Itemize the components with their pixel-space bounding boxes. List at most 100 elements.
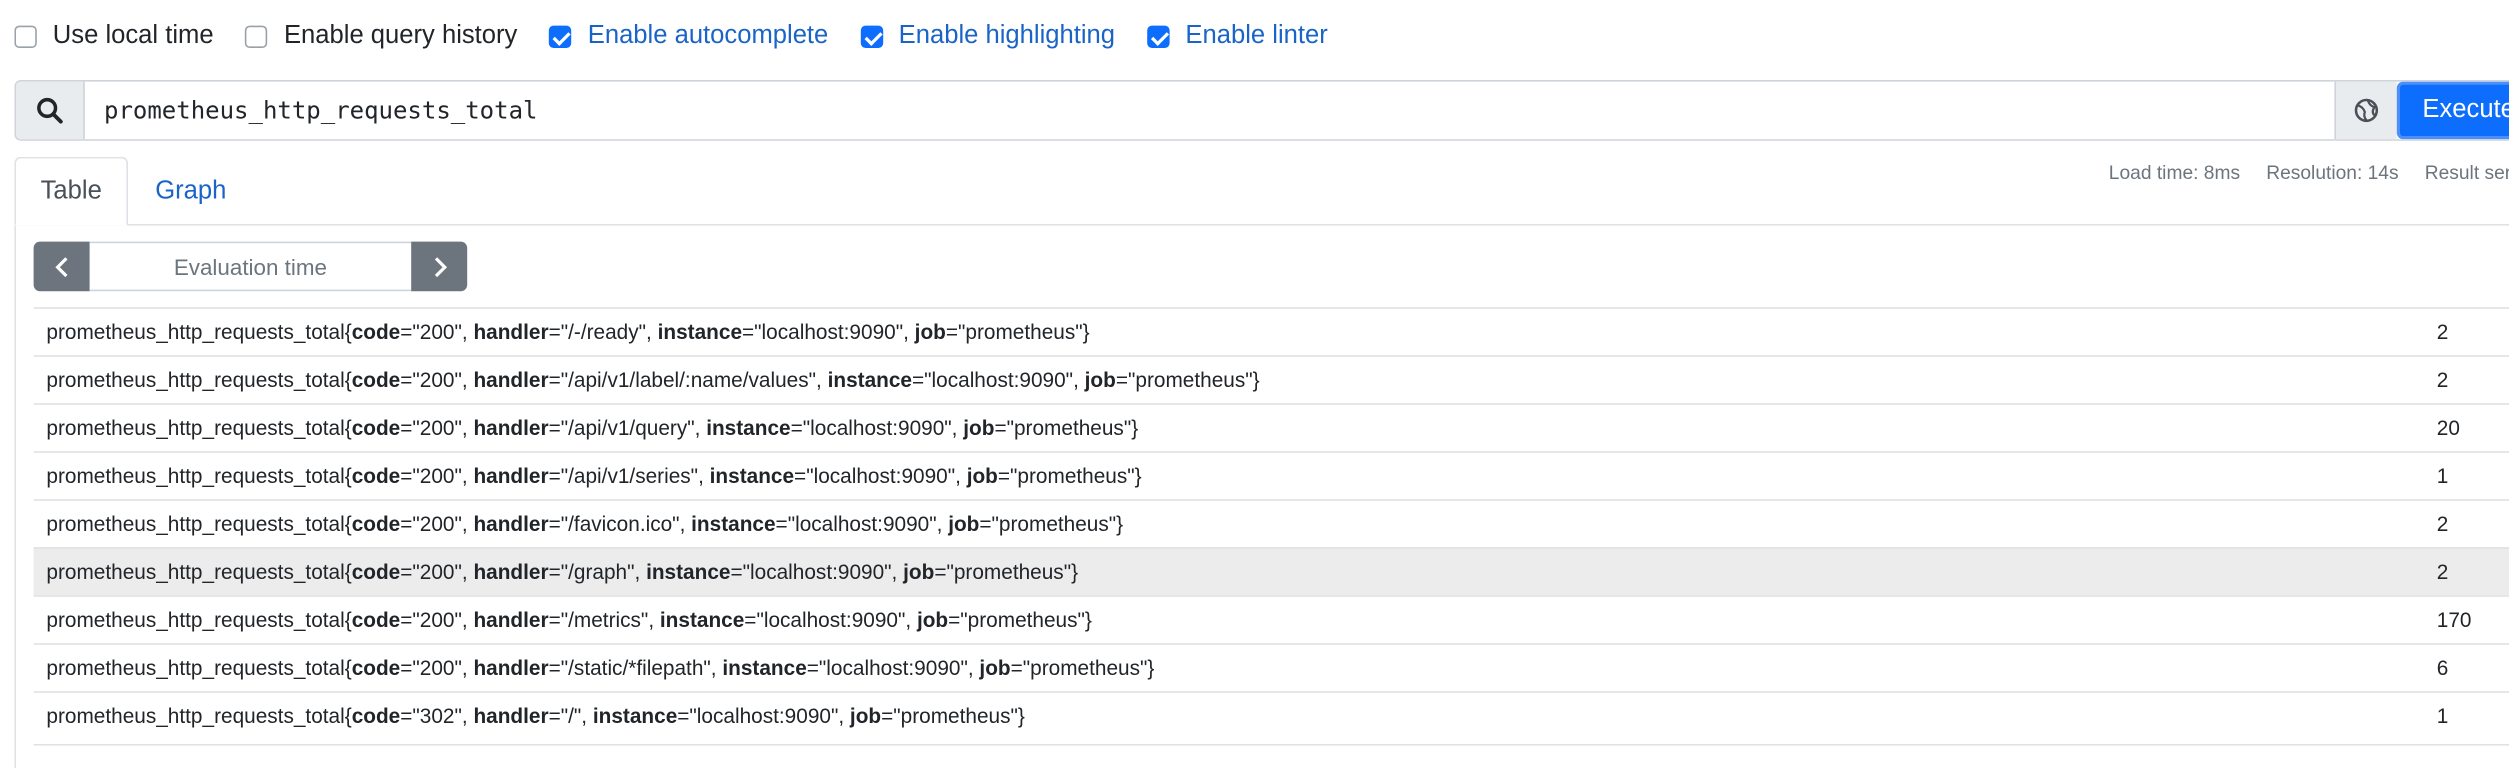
metric-name: prometheus_http_requests_total — [46, 560, 345, 584]
label-value: "/api/v1/label/:name/values" — [560, 368, 817, 392]
metrics-explorer-globe-icon[interactable] — [2334, 81, 2397, 140]
label-value: "/favicon.ico" — [560, 512, 680, 536]
query-bar: prometheus_http_requests_total Execute — [14, 80, 2509, 141]
series-label: prometheus_http_requests_total{code="200… — [46, 464, 1142, 488]
label-key: handler — [473, 320, 549, 344]
option-enable-query-history[interactable]: Enable query history — [245, 22, 517, 51]
label-value: "localhost:9090" — [756, 608, 906, 632]
query-stats: Load time: 8ms Resolution: 14s Result se… — [2109, 162, 2509, 184]
label-key: handler — [473, 368, 549, 392]
label-key: handler — [473, 656, 549, 680]
metric-name: prometheus_http_requests_total — [46, 704, 345, 728]
table-row[interactable]: prometheus_http_requests_total{code="200… — [33, 403, 2509, 451]
option-label: Enable highlighting — [898, 22, 1116, 50]
label-key: job — [1084, 368, 1116, 392]
label-value: "localhost:9090" — [924, 368, 1074, 392]
label-key: job — [916, 608, 949, 632]
label-key: handler — [473, 608, 549, 632]
label-value: "localhost:9090" — [742, 560, 892, 584]
label-value: "prometheus" — [958, 320, 1083, 344]
result-series: Result series — [2424, 161, 2509, 184]
series-label: prometheus_http_requests_total{code="200… — [46, 320, 1090, 344]
label-value: "localhost:9090" — [802, 416, 952, 440]
label-key: handler — [473, 416, 549, 440]
sample-value: 2 — [2436, 368, 2449, 392]
next-time-button[interactable] — [411, 241, 468, 292]
evaluation-time-input[interactable]: Evaluation time — [89, 241, 412, 292]
label-key: code — [351, 368, 401, 392]
checkbox[interactable] — [245, 25, 268, 48]
label-key: instance — [706, 416, 791, 440]
label-key: job — [979, 656, 1011, 680]
checkbox[interactable] — [860, 25, 883, 48]
label-value: "prometheus" — [991, 512, 1117, 536]
table-row[interactable]: prometheus_http_requests_total{code="200… — [33, 499, 2509, 547]
table-row[interactable]: prometheus_http_requests_total{code="200… — [33, 451, 2509, 499]
option-enable-autocomplete[interactable]: Enable autocomplete — [549, 22, 828, 51]
metric-name: prometheus_http_requests_total — [46, 512, 345, 536]
label-key: code — [351, 320, 401, 344]
label-key: code — [351, 512, 401, 536]
label-value: "localhost:9090" — [806, 464, 956, 488]
metric-name: prometheus_http_requests_total — [46, 608, 345, 632]
evaluation-time-control: Evaluation time — [33, 241, 468, 292]
metric-name: prometheus_http_requests_total — [46, 368, 345, 392]
sample-value: 2 — [2436, 512, 2449, 536]
label-value: "200" — [412, 656, 462, 680]
execute-button[interactable]: Execute — [2396, 81, 2509, 140]
table-row[interactable]: prometheus_http_requests_total{code="200… — [33, 307, 2509, 355]
option-label: Enable autocomplete — [587, 22, 829, 50]
metric-name: prometheus_http_requests_total — [46, 416, 345, 440]
label-key: handler — [473, 464, 549, 488]
label-key: code — [351, 560, 401, 584]
table-bottom-divider — [33, 744, 2509, 746]
label-key: handler — [473, 704, 549, 728]
option-enable-linter[interactable]: Enable linter — [1147, 22, 1328, 51]
table-row[interactable]: prometheus_http_requests_total{code="302… — [33, 691, 2509, 739]
label-key: job — [914, 320, 946, 344]
label-key: instance — [827, 368, 912, 392]
label-key: job — [948, 512, 980, 536]
query-input[interactable]: prometheus_http_requests_total — [85, 82, 2335, 140]
option-use-local-time[interactable]: Use local time — [14, 22, 214, 51]
checkbox[interactable] — [14, 25, 37, 48]
tab-graph[interactable]: Graph — [155, 157, 226, 226]
sample-value: 20 — [2436, 416, 2460, 440]
table-row[interactable]: prometheus_http_requests_total{code="200… — [33, 643, 2509, 691]
label-value: "200" — [412, 464, 462, 488]
tab-table[interactable]: Table — [14, 156, 128, 226]
table-row[interactable]: prometheus_http_requests_total{code="200… — [33, 547, 2509, 596]
label-key: handler — [473, 512, 549, 536]
label-value: "/api/v1/query" — [560, 416, 695, 440]
label-value: "localhost:9090" — [689, 704, 839, 728]
label-value: "prometheus" — [1022, 656, 1148, 680]
label-key: instance — [646, 560, 731, 584]
label-key: code — [351, 416, 401, 440]
series-label: prometheus_http_requests_total{code="200… — [46, 560, 1079, 584]
sample-value: 2 — [2436, 560, 2449, 584]
label-key: job — [903, 560, 935, 584]
label-key: instance — [592, 704, 678, 728]
label-value: "/metrics" — [560, 608, 649, 632]
label-key: code — [351, 704, 401, 728]
table-row[interactable]: prometheus_http_requests_total{code="200… — [33, 595, 2509, 643]
resolution: Resolution: 14s — [2266, 161, 2399, 184]
label-value: "/-/ready" — [560, 320, 647, 344]
series-label: prometheus_http_requests_total{code="200… — [46, 656, 1155, 680]
label-value: "200" — [412, 368, 462, 392]
label-key: instance — [659, 608, 745, 632]
label-key: instance — [709, 464, 795, 488]
series-label: prometheus_http_requests_total{code="200… — [46, 608, 1092, 632]
series-label: prometheus_http_requests_total{code="302… — [46, 704, 1025, 728]
label-key: code — [351, 656, 401, 680]
label-value: "200" — [412, 608, 462, 632]
prev-time-button[interactable] — [33, 241, 90, 292]
metric-name: prometheus_http_requests_total — [46, 464, 345, 488]
label-value: "200" — [412, 560, 462, 584]
load-time: Load time: 8ms — [2108, 161, 2241, 184]
option-enable-highlighting[interactable]: Enable highlighting — [860, 22, 1115, 51]
label-value: "prometheus" — [1006, 416, 1132, 440]
table-row[interactable]: prometheus_http_requests_total{code="200… — [33, 355, 2509, 403]
checkbox[interactable] — [549, 25, 572, 48]
checkbox[interactable] — [1147, 25, 1170, 48]
